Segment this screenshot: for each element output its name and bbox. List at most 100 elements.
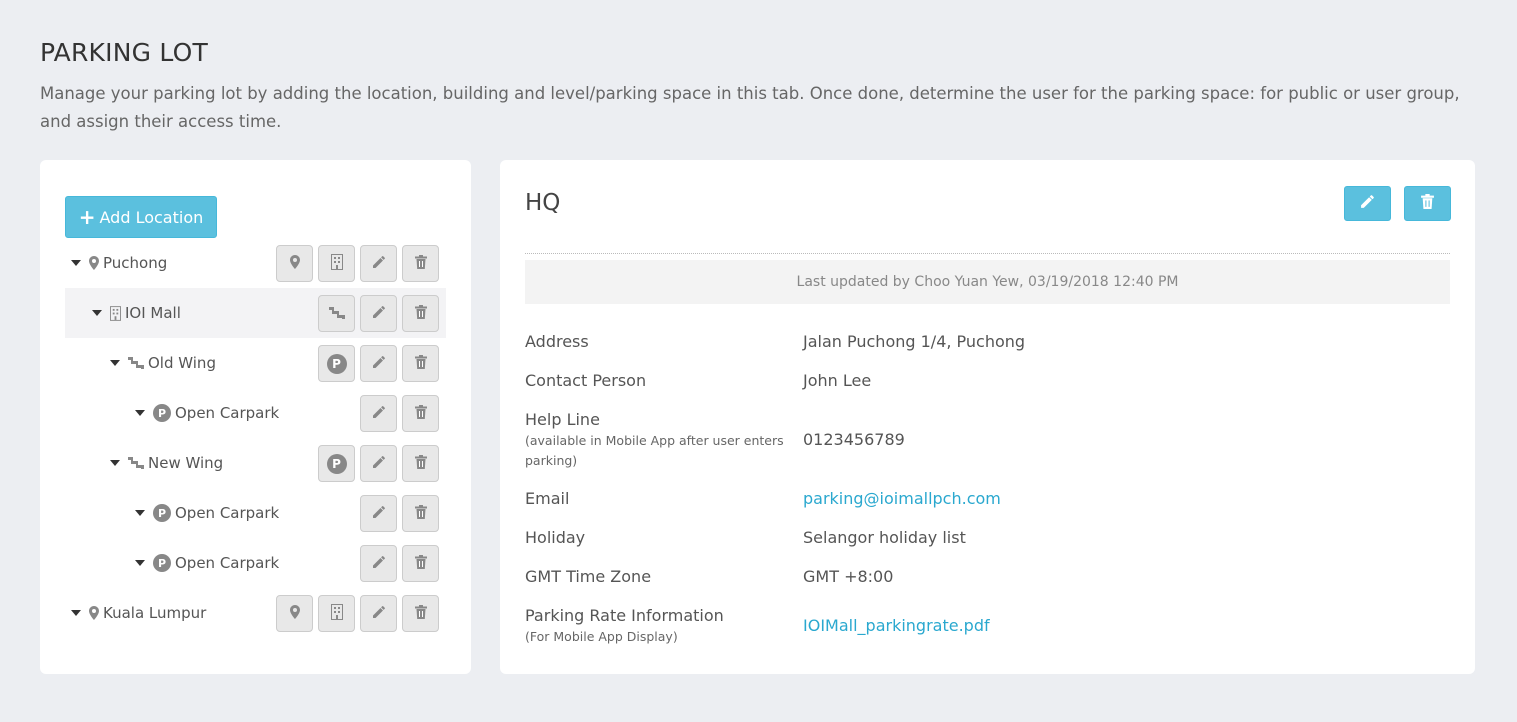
pencil-icon <box>372 554 386 573</box>
tree-node-puchong[interactable]: Puchong <box>65 238 446 288</box>
caret-down-icon[interactable] <box>71 260 81 266</box>
help-line-value: 0123456789 <box>803 430 905 449</box>
divider <box>525 253 1450 254</box>
building-icon <box>330 253 343 274</box>
contact-person-label: Contact Person <box>525 371 647 390</box>
delete-button[interactable] <box>402 395 439 432</box>
delete-button[interactable] <box>402 295 439 332</box>
edit-button[interactable] <box>360 245 397 282</box>
delete-button[interactable] <box>402 545 439 582</box>
edit-button[interactable] <box>360 445 397 482</box>
add-building-button[interactable] <box>318 245 355 282</box>
edit-button[interactable] <box>360 595 397 632</box>
edit-button[interactable] <box>360 495 397 532</box>
add-pin-button[interactable] <box>276 245 313 282</box>
caret-down-icon[interactable] <box>92 310 102 316</box>
tree-node-label: Open Carpark <box>175 504 280 522</box>
tree-node-open-carpark[interactable]: P Open Carpark <box>65 538 446 588</box>
edit-button[interactable] <box>360 395 397 432</box>
parking-icon: P <box>153 554 171 572</box>
add-parking-space-button[interactable]: P <box>318 345 355 382</box>
last-updated-text: Last updated by Choo Yuan Yew, 03/19/201… <box>796 274 1179 290</box>
holiday-label: Holiday <box>525 528 586 547</box>
map-pin-icon <box>89 606 99 620</box>
caret-down-icon[interactable] <box>71 610 81 616</box>
delete-button[interactable] <box>402 445 439 482</box>
tree-node-label: Open Carpark <box>175 554 280 572</box>
caret-down-icon[interactable] <box>110 460 120 466</box>
edit-button[interactable] <box>360 345 397 382</box>
caret-down-icon[interactable] <box>135 410 145 416</box>
add-building-button[interactable] <box>318 595 355 632</box>
edit-button[interactable] <box>360 295 397 332</box>
parking-rate-label: Parking Rate Information (For Mobile App… <box>525 606 785 647</box>
parking-icon: P <box>153 404 171 422</box>
stairs-icon <box>128 357 144 369</box>
contact-person-value: John Lee <box>803 371 872 390</box>
trash-icon <box>414 254 427 273</box>
last-updated-bar: Last updated by Choo Yuan Yew, 03/19/201… <box>525 260 1450 304</box>
trash-icon <box>414 454 427 473</box>
pencil-icon <box>372 504 386 523</box>
caret-down-icon[interactable] <box>110 360 120 366</box>
edit-button[interactable] <box>360 545 397 582</box>
gmt-time-zone-value: GMT +8:00 <box>803 567 894 586</box>
pencil-icon <box>372 354 386 373</box>
stairs-icon <box>328 304 345 323</box>
trash-icon <box>414 504 427 523</box>
delete-button[interactable] <box>402 495 439 532</box>
caret-down-icon[interactable] <box>135 560 145 566</box>
map-pin-icon <box>89 256 99 270</box>
pencil-icon <box>372 254 386 273</box>
pencil-icon <box>372 304 386 323</box>
parking-rate-file-link[interactable]: IOIMall_parkingrate.pdf <box>803 616 990 635</box>
stairs-icon <box>128 457 144 469</box>
tree-node-label: Open Carpark <box>175 404 280 422</box>
tree-node-open-carpark[interactable]: P Open Carpark <box>65 388 446 438</box>
tree-node-label: IOI Mall <box>125 304 181 322</box>
delete-button[interactable] <box>402 595 439 632</box>
trash-icon <box>414 554 427 573</box>
delete-detail-button[interactable] <box>1404 186 1451 221</box>
add-location-button[interactable]: + Add Location <box>65 196 217 238</box>
add-parking-space-button[interactable]: P <box>318 445 355 482</box>
email-label: Email <box>525 489 570 508</box>
holiday-value: Selangor holiday list <box>803 528 966 547</box>
building-icon <box>330 603 343 624</box>
building-icon <box>110 305 121 321</box>
tree-node-kuala-lumpur[interactable]: Kuala Lumpur <box>65 588 446 638</box>
email-link[interactable]: parking@ioimallpch.com <box>803 489 1001 508</box>
trash-icon <box>414 354 427 373</box>
trash-icon <box>1421 194 1434 213</box>
tree-node-new-wing[interactable]: New Wing P <box>65 438 446 488</box>
caret-down-icon[interactable] <box>135 510 145 516</box>
location-detail-panel: HQ Last updated by Choo Yuan Yew, 03/19/… <box>500 160 1475 674</box>
page-description: Manage your parking lot by adding the lo… <box>40 84 1460 131</box>
pencil-icon <box>372 454 386 473</box>
tree-node-old-wing[interactable]: Old Wing P <box>65 338 446 388</box>
trash-icon <box>414 604 427 623</box>
trash-icon <box>414 404 427 423</box>
gmt-time-zone-label: GMT Time Zone <box>525 567 652 586</box>
parking-icon: P <box>326 353 347 374</box>
map-pin-icon <box>289 254 300 273</box>
address-label: Address <box>525 332 589 351</box>
pencil-icon <box>372 604 386 623</box>
add-location-label: Add Location <box>99 207 204 227</box>
tree-node-open-carpark[interactable]: P Open Carpark <box>65 488 446 538</box>
tree-node-ioi-mall[interactable]: IOI Mall <box>65 288 446 338</box>
pencil-icon <box>1360 194 1375 213</box>
edit-detail-button[interactable] <box>1344 186 1391 221</box>
parking-icon: P <box>326 453 347 474</box>
tree-node-label: New Wing <box>148 454 224 472</box>
add-level-button[interactable] <box>318 295 355 332</box>
pencil-icon <box>372 404 386 423</box>
add-pin-button[interactable] <box>276 595 313 632</box>
help-line-label: Help Line (available in Mobile App after… <box>525 410 785 471</box>
tree-node-label: Puchong <box>103 254 168 272</box>
parking-icon: P <box>153 504 171 522</box>
delete-button[interactable] <box>402 345 439 382</box>
page-title: PARKING LOT <box>40 38 208 67</box>
trash-icon <box>414 304 427 323</box>
delete-button[interactable] <box>402 245 439 282</box>
